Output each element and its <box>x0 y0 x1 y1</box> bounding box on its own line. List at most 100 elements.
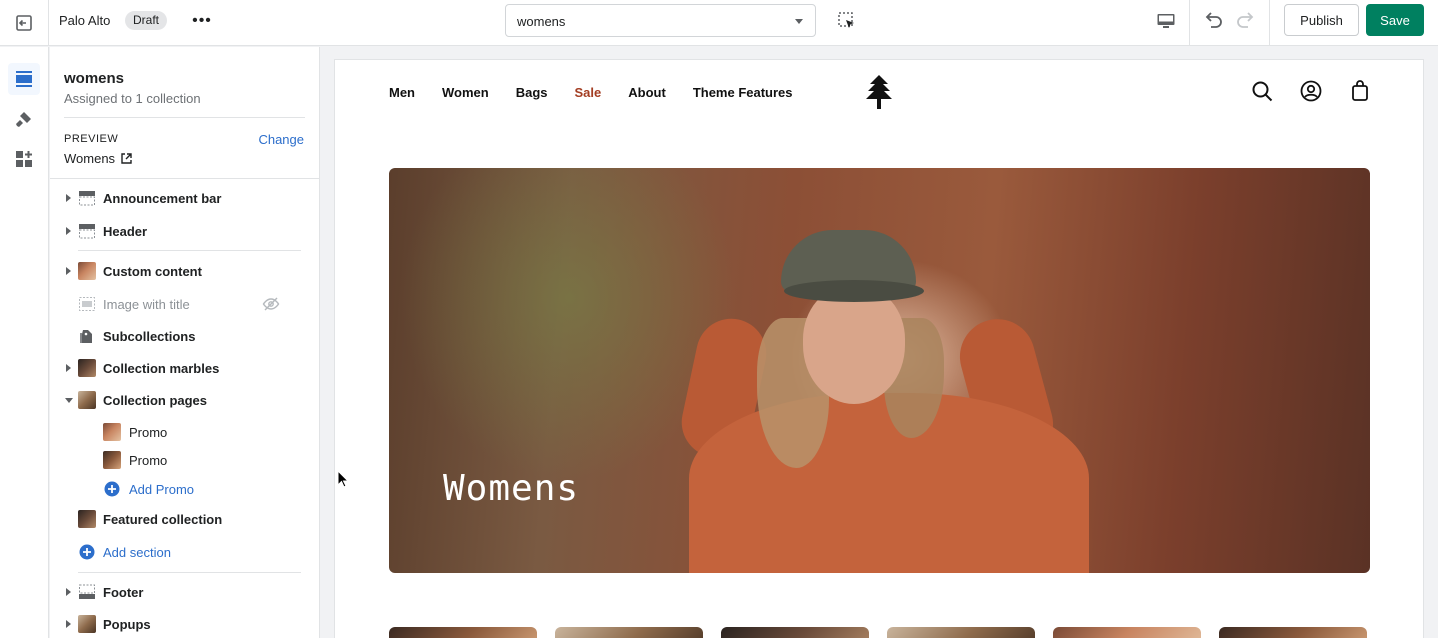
expand-icon[interactable] <box>66 620 71 628</box>
divider <box>1269 0 1270 46</box>
storefront-preview[interactable]: Men Women Bags Sale About Theme Features… <box>334 59 1424 638</box>
header-section-icon <box>79 224 95 239</box>
redo-icon <box>1237 12 1254 28</box>
section-thumbnail <box>78 262 96 280</box>
section-image-with-title[interactable]: Image with title <box>50 290 320 318</box>
section-label: Header <box>103 223 148 239</box>
brush-icon <box>16 112 31 127</box>
change-preview-link[interactable]: Change <box>258 132 304 147</box>
section-announcement-bar[interactable]: Announcement bar <box>50 184 320 212</box>
template-select[interactable]: womens <box>505 4 816 37</box>
add-section-button[interactable]: Add section <box>50 538 320 566</box>
collection-card-image[interactable] <box>555 627 703 638</box>
preview-label: PREVIEW <box>64 133 119 145</box>
block-promo[interactable]: Promo <box>50 446 320 474</box>
sections-icon <box>16 71 32 87</box>
chevron-down-icon <box>795 19 803 24</box>
section-thumbnail <box>78 510 96 528</box>
section-label: Featured collection <box>103 511 223 527</box>
hero-title: Womens <box>443 468 580 509</box>
sections-sidebar: womens Assigned to 1 collection PREVIEW … <box>50 47 320 638</box>
desktop-icon <box>1157 14 1175 28</box>
section-footer[interactable]: Footer <box>50 578 320 606</box>
preview-resource[interactable]: Womens <box>64 151 132 166</box>
mouse-cursor-icon <box>337 470 349 488</box>
section-label: Custom content <box>103 263 202 279</box>
store-nav: Men Women Bags Sale About Theme Features <box>389 85 793 100</box>
section-collection-marbles[interactable]: Collection marbles <box>50 354 320 382</box>
external-link-icon <box>121 153 132 164</box>
divider <box>78 572 301 573</box>
exit-editor-button[interactable] <box>0 0 49 46</box>
section-label: Popups <box>103 616 151 632</box>
nav-link-women[interactable]: Women <box>442 85 489 100</box>
block-promo[interactable]: Promo <box>50 418 320 446</box>
section-label: Collection pages <box>103 392 208 408</box>
publish-button[interactable]: Publish <box>1284 4 1359 36</box>
divider <box>50 178 320 179</box>
collapse-icon[interactable] <box>65 397 73 403</box>
account-icon[interactable] <box>1300 80 1322 102</box>
collection-tag-icon <box>80 330 92 343</box>
section-thumbnail <box>78 615 96 633</box>
apps-tab[interactable] <box>8 143 40 175</box>
tree-logo-icon[interactable] <box>864 74 894 110</box>
section-subcollections[interactable]: Subcollections <box>50 322 320 350</box>
nav-link-men[interactable]: Men <box>389 85 415 100</box>
divider <box>1189 0 1190 46</box>
nav-link-sale[interactable]: Sale <box>575 85 602 100</box>
section-collection-pages[interactable]: Collection pages <box>50 386 320 414</box>
save-button[interactable]: Save <box>1366 4 1424 36</box>
collection-card-image[interactable] <box>1053 627 1201 638</box>
header-section-icon <box>79 191 95 206</box>
device-preview-button[interactable] <box>1155 10 1177 32</box>
section-header[interactable]: Header <box>50 217 320 245</box>
inspector-button[interactable] <box>836 10 858 32</box>
collection-card-image[interactable] <box>1219 627 1367 638</box>
more-actions-button[interactable]: ••• <box>190 10 214 32</box>
store-name: Palo Alto <box>59 13 111 28</box>
section-featured-collection[interactable]: Featured collection <box>50 505 320 533</box>
exit-icon <box>16 15 32 31</box>
template-select-value: womens <box>517 14 566 29</box>
hidden-eye-icon[interactable] <box>262 295 280 313</box>
add-section-label: Add section <box>103 544 171 560</box>
collection-hero-image[interactable]: Womens <box>389 168 1370 573</box>
section-thumbnail <box>78 391 96 409</box>
collection-card-image[interactable] <box>389 627 537 638</box>
hero-photo-detail <box>689 393 1089 573</box>
left-rail <box>0 47 49 638</box>
nav-link-bags[interactable]: Bags <box>516 85 548 100</box>
add-promo-button[interactable]: Add Promo <box>50 475 320 503</box>
sections-tab[interactable] <box>8 63 40 95</box>
expand-icon[interactable] <box>66 588 71 596</box>
nav-link-theme-features[interactable]: Theme Features <box>693 85 793 100</box>
expand-icon[interactable] <box>66 194 71 202</box>
divider <box>78 250 301 251</box>
section-label: Subcollections <box>103 328 196 344</box>
section-popups[interactable]: Popups <box>50 610 320 638</box>
expand-icon[interactable] <box>66 267 71 275</box>
hero-photo-detail <box>784 280 924 302</box>
collection-card-image[interactable] <box>887 627 1035 638</box>
image-section-icon <box>79 297 95 311</box>
redo-button[interactable] <box>1235 9 1257 31</box>
template-title: womens <box>64 70 125 87</box>
footer-section-icon <box>79 584 95 599</box>
hero-photo-detail <box>803 286 905 404</box>
expand-icon[interactable] <box>66 227 71 235</box>
undo-button[interactable] <box>1202 9 1224 31</box>
section-label: Collection marbles <box>103 360 220 376</box>
section-custom-content[interactable]: Custom content <box>50 257 320 285</box>
section-thumbnail <box>78 359 96 377</box>
collection-card-image[interactable] <box>721 627 869 638</box>
status-badge: Draft <box>125 11 168 30</box>
preview-resource-label: Womens <box>64 151 116 166</box>
section-label: Footer <box>103 584 144 600</box>
plus-circle-icon <box>79 544 95 560</box>
expand-icon[interactable] <box>66 364 71 372</box>
cart-bag-icon[interactable] <box>1349 80 1371 102</box>
nav-link-about[interactable]: About <box>628 85 666 100</box>
search-icon[interactable] <box>1251 80 1273 102</box>
theme-settings-tab[interactable] <box>8 103 40 135</box>
